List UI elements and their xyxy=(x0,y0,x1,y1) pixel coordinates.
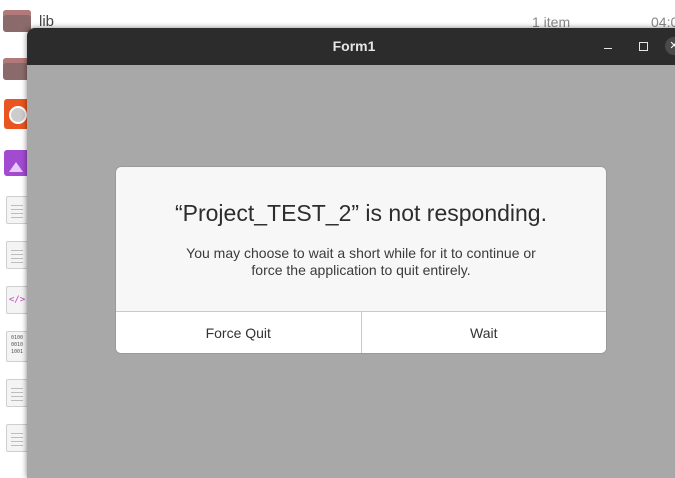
window-title: Form1 xyxy=(332,38,376,54)
dialog-message: You may choose to wait a short while for… xyxy=(156,245,566,279)
dialog-button-bar: Force Quit Wait xyxy=(116,311,606,353)
binary-file-icon: 0100 0010 1001 xyxy=(6,331,28,362)
maximize-icon[interactable] xyxy=(634,37,652,55)
not-responding-dialog: “Project_TEST_2” is not responding. You … xyxy=(115,166,607,354)
text-file-icon xyxy=(6,424,28,452)
dialog-title: “Project_TEST_2” is not responding. xyxy=(174,200,547,226)
text-file-icon xyxy=(6,241,28,269)
dialog-message-line: force the application to quit entirely. xyxy=(251,262,471,278)
text-file-icon xyxy=(6,196,28,224)
code-file-icon: </> xyxy=(6,286,28,314)
dialog-message-line: You may choose to wait a short while for… xyxy=(186,245,536,261)
text-file-icon xyxy=(6,379,28,407)
window-titlebar[interactable]: Form1 ✕ xyxy=(27,28,675,65)
wait-button[interactable]: Wait xyxy=(360,312,606,353)
minimize-icon[interactable] xyxy=(599,37,617,55)
force-quit-button[interactable]: Force Quit xyxy=(116,312,361,353)
close-icon[interactable]: ✕ xyxy=(665,37,675,55)
